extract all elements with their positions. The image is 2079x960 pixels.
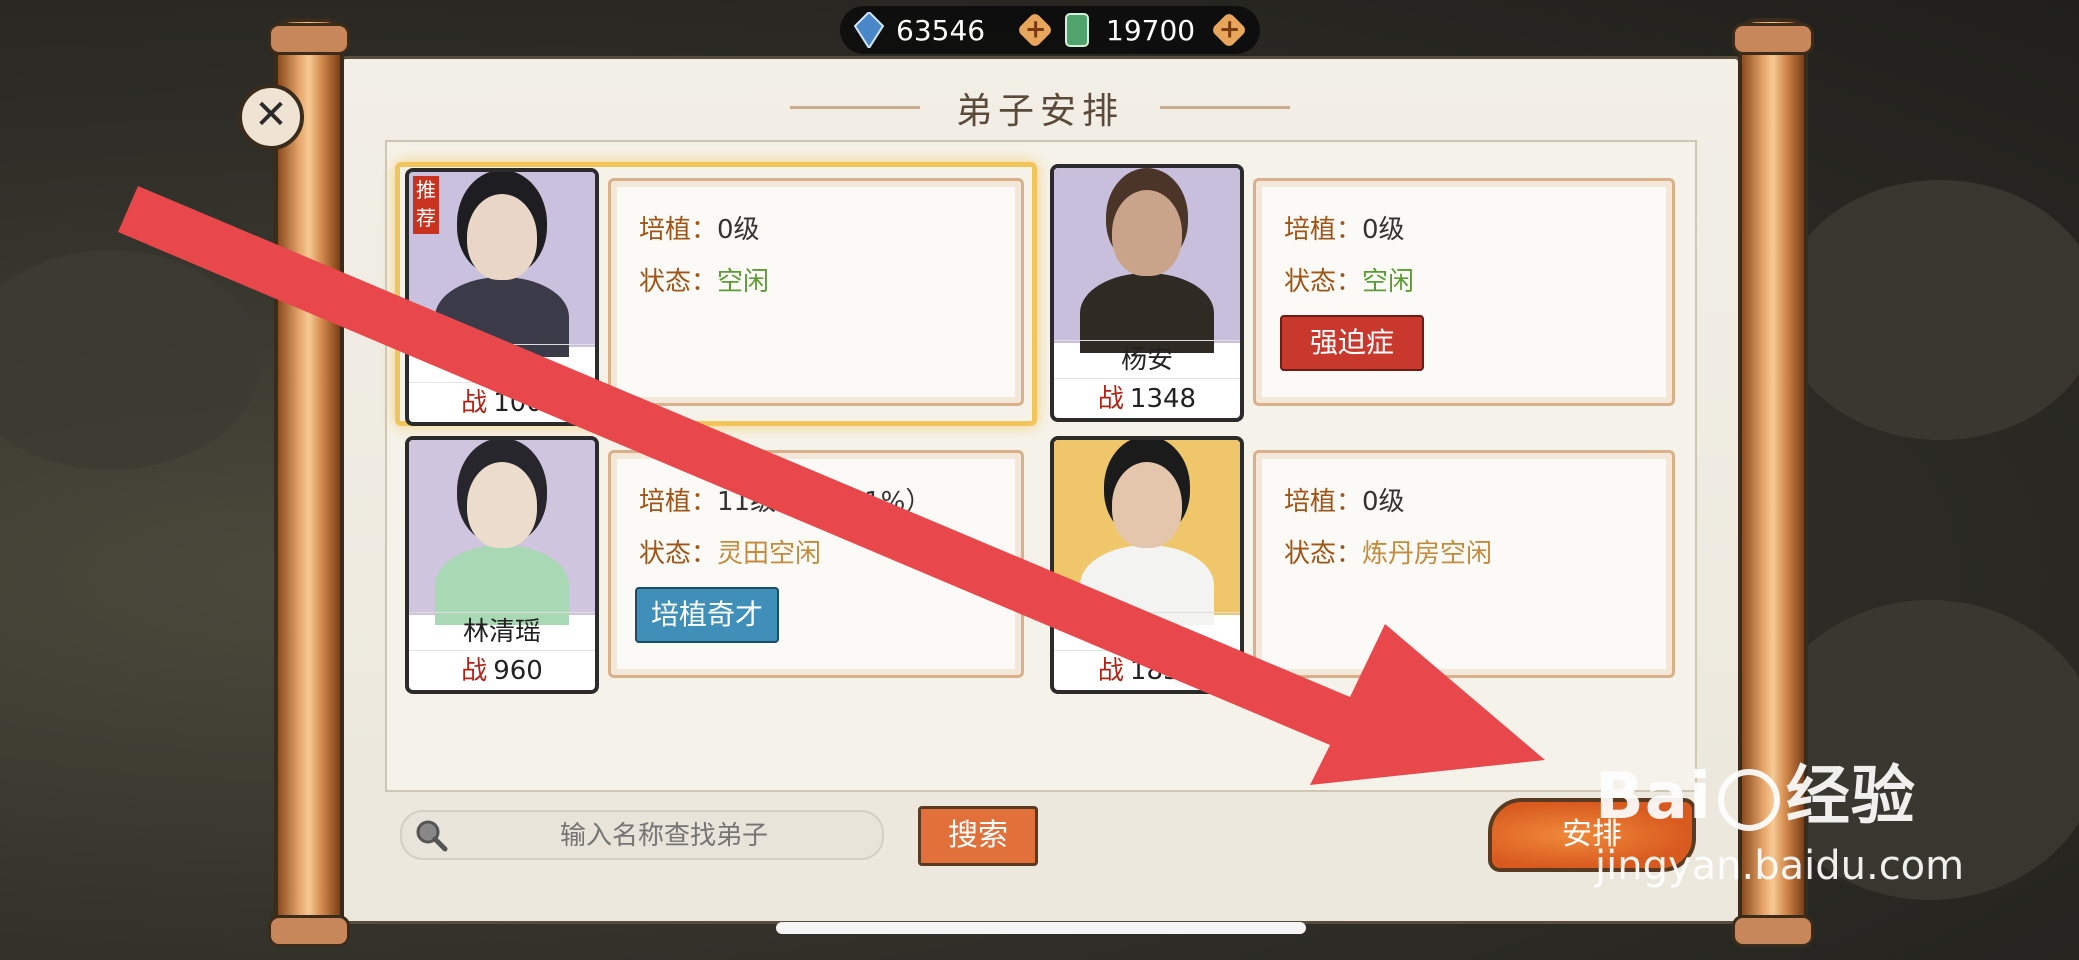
watermark-url: jingyan.baidu.com [1595, 843, 1965, 889]
watermark-brand2: 经验 [1785, 760, 1916, 834]
home-indicator[interactable] [776, 922, 1306, 934]
baidu-watermark: Bai 经验 jingyan.baidu.com [1595, 745, 1964, 889]
paw-icon [1717, 769, 1780, 832]
watermark-brand: Bai [1595, 760, 1712, 834]
